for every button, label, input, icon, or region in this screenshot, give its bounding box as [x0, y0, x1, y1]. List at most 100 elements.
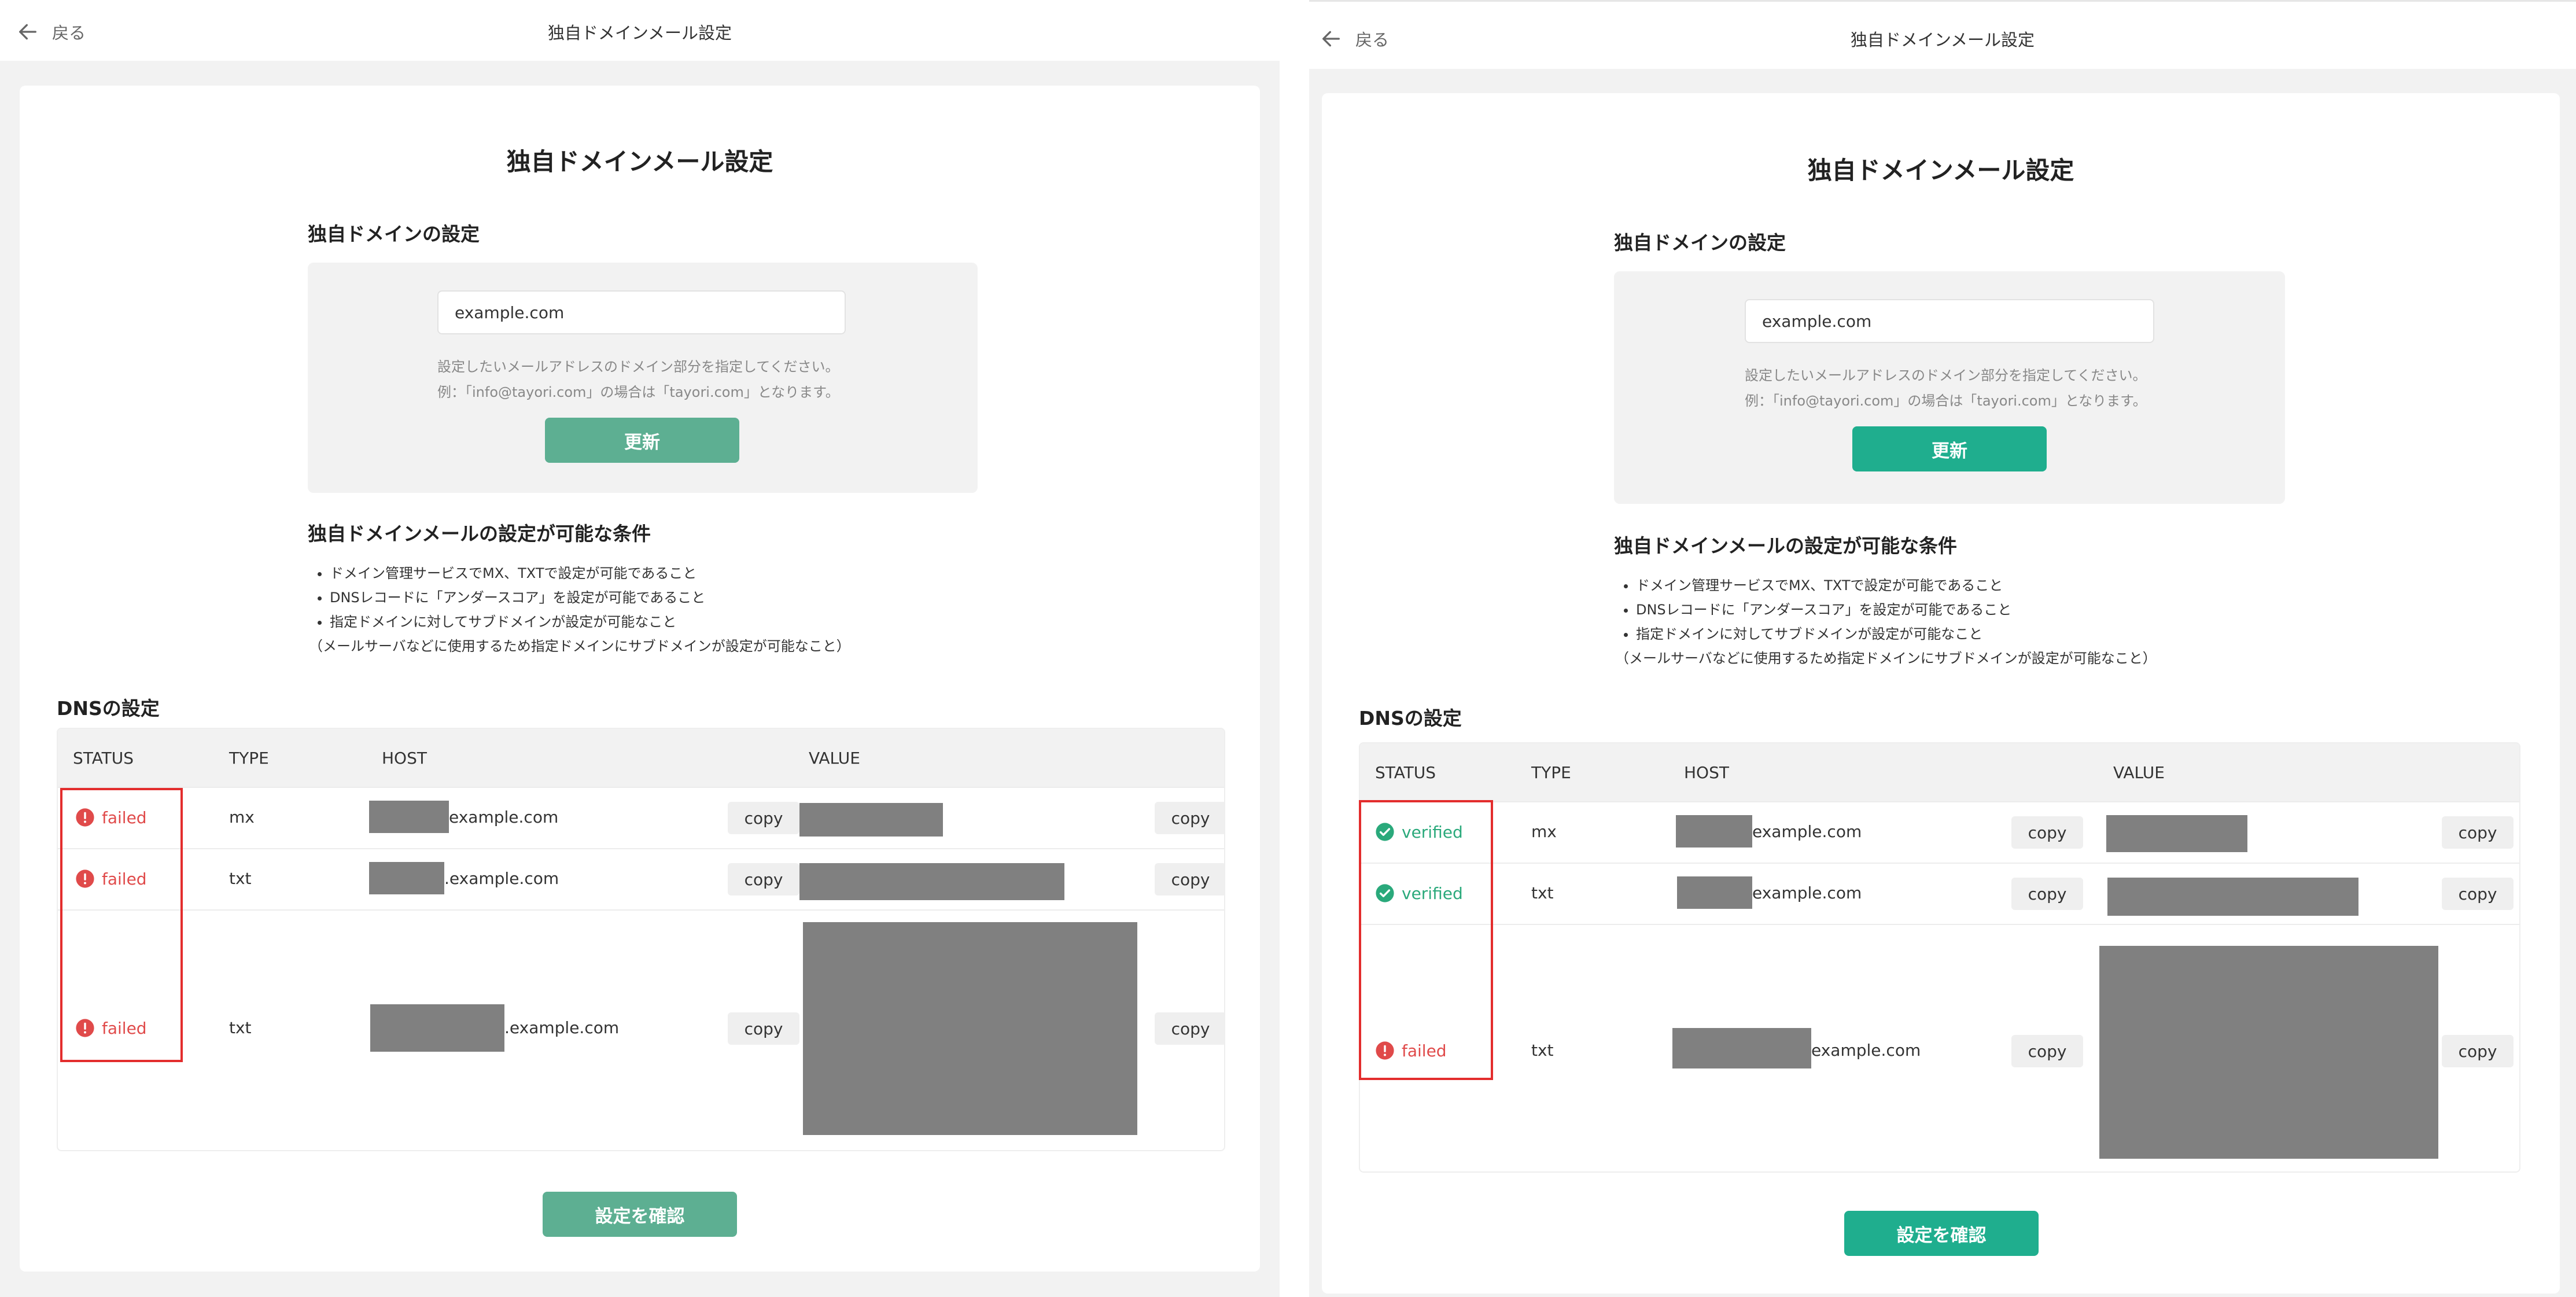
copy-value-button[interactable]: copy — [2442, 1035, 2514, 1067]
confirm-settings-button[interactable]: 設定を確認 — [1844, 1211, 2039, 1256]
settings-card: 独自ドメインメール設定 独自ドメインの設定 設定したいメールアドレスのドメイン部… — [20, 86, 1260, 1272]
type-cell: txt — [229, 1018, 252, 1037]
copy-host-button[interactable]: copy — [728, 1012, 799, 1045]
dns-title: DNSの設定 — [57, 697, 160, 720]
domain-hint: 設定したいメールアドレスのドメイン部分を指定してください。 例：「info@ta… — [1745, 363, 2147, 414]
redacted-host — [1677, 876, 1752, 909]
hint-line: 例：「info@tayori.com」の場合は「tayori.com」となります… — [1745, 393, 2147, 409]
redacted-value — [803, 922, 1137, 1135]
dns-title: DNSの設定 — [1359, 707, 1462, 729]
redacted-value — [2099, 946, 2438, 1159]
host-cell: example.com — [1811, 1041, 1921, 1060]
col-host: HOST — [1684, 763, 1729, 782]
redacted-host — [369, 801, 449, 833]
host-cell: example.com — [1752, 822, 1862, 841]
page-title: 独自ドメインメール設定 — [1807, 156, 2074, 185]
copy-value-button[interactable]: copy — [1155, 1012, 1224, 1045]
dns-table: STATUS TYPE HOST VALUE verified mx examp… — [1359, 742, 2520, 1173]
hint-line: 設定したいメールアドレスのドメイン部分を指定してください。 — [1745, 367, 2147, 384]
copy-host-button[interactable]: copy — [728, 802, 799, 834]
page-title: 独自ドメインメール設定 — [506, 148, 773, 176]
copy-value-button[interactable]: copy — [1155, 863, 1224, 896]
copy-value-button[interactable]: copy — [2442, 816, 2514, 849]
col-value: VALUE — [809, 749, 860, 768]
type-cell: mx — [229, 808, 255, 827]
copy-host-button[interactable]: copy — [2011, 1035, 2083, 1067]
hint-line: 設定したいメールアドレスのドメイン部分を指定してください。 — [437, 359, 839, 375]
condition-item: ドメイン管理サービスでMX、TXTで設定が可能であること — [1636, 573, 2285, 598]
host-cell: .example.com — [444, 869, 559, 888]
conditions-note: （メールサーバなどに使用するため指定ドメインにサブドメインが設定が可能なこと） — [1615, 650, 2157, 666]
conditions-list: ドメイン管理サービスでMX、TXTで設定が可能であること DNSレコードに「アン… — [308, 561, 978, 634]
redacted-host — [1672, 1028, 1811, 1068]
col-status: STATUS — [73, 749, 134, 768]
conditions-list: ドメイン管理サービスでMX、TXTで設定が可能であること DNSレコードに「アン… — [1614, 573, 2285, 646]
hint-line: 例：「info@tayori.com」の場合は「tayori.com」となります… — [437, 384, 839, 400]
col-status: STATUS — [1375, 763, 1436, 782]
copy-value-button[interactable]: copy — [1155, 802, 1224, 834]
domain-box: 設定したいメールアドレスのドメイン部分を指定してください。 例：「info@ta… — [1614, 271, 2285, 504]
redacted-value — [799, 863, 1064, 900]
copy-host-button[interactable]: copy — [728, 863, 799, 896]
domain-box: 設定したいメールアドレスのドメイン部分を指定してください。 例：「info@ta… — [308, 263, 978, 493]
table-row: failed txt .example.com copy copy — [58, 848, 1224, 911]
screen-after: 戻る 独自ドメインメール設定 独自ドメインメール設定 独自ドメインの設定 設定し… — [1309, 0, 2576, 1297]
condition-item: ドメイン管理サービスでMX、TXTで設定が可能であること — [330, 561, 978, 585]
col-type: TYPE — [1531, 763, 1571, 782]
top-bar: 戻る 独自ドメインメール設定 — [1309, 2, 2576, 69]
table-header: STATUS TYPE HOST VALUE — [1360, 743, 2519, 801]
redacted-value — [2106, 815, 2247, 852]
col-host: HOST — [382, 749, 427, 768]
host-cell: example.com — [1752, 883, 1862, 902]
conditions-note: （メールサーバなどに使用するため指定ドメインにサブドメインが設定が可能なこと） — [309, 638, 850, 654]
status-highlight-box — [1359, 800, 1493, 1080]
update-button[interactable]: 更新 — [1852, 426, 2047, 471]
domain-hint: 設定したいメールアドレスのドメイン部分を指定してください。 例：「info@ta… — [437, 354, 839, 405]
domain-section: 独自ドメインの設定 設定したいメールアドレスのドメイン部分を指定してください。 … — [308, 219, 978, 493]
type-cell: txt — [1531, 1041, 1554, 1060]
table-row: verified mx example.com copy copy — [1360, 801, 2519, 864]
domain-section: 独自ドメインの設定 設定したいメールアドレスのドメイン部分を指定してください。 … — [1614, 227, 2285, 504]
domain-section-title: 独自ドメインの設定 — [308, 223, 480, 245]
col-type: TYPE — [229, 749, 269, 768]
type-cell: txt — [229, 869, 252, 888]
copy-value-button[interactable]: copy — [2442, 878, 2514, 910]
table-row: failed mx example.com copy copy — [58, 787, 1224, 849]
redacted-value — [799, 803, 943, 837]
table-header: STATUS TYPE HOST VALUE — [58, 729, 1224, 787]
type-cell: mx — [1531, 822, 1557, 841]
table-row: verified txt example.com copy copy — [1360, 863, 2519, 925]
type-cell: txt — [1531, 883, 1554, 902]
host-cell: example.com — [449, 808, 559, 827]
window-title: 独自ドメインメール設定 — [547, 23, 732, 43]
copy-host-button[interactable]: copy — [2011, 878, 2083, 910]
window-title: 独自ドメインメール設定 — [1850, 30, 2035, 50]
top-bar: 戻る 独自ドメインメール設定 — [0, 0, 1280, 61]
table-row: failed txt example.com copy copy — [1360, 924, 2519, 1171]
conditions-title: 独自ドメインメールの設定が可能な条件 — [1614, 535, 1958, 557]
conditions-section: 独自ドメインメールの設定が可能な条件 ドメイン管理サービスでMX、TXTで設定が… — [1614, 530, 2285, 670]
condition-item: 指定ドメインに対してサブドメインが設定が可能なこと — [330, 610, 978, 634]
redacted-value — [2107, 878, 2358, 916]
domain-section-title: 独自ドメインの設定 — [1614, 231, 1786, 254]
conditions-section: 独自ドメインメールの設定が可能な条件 ドメイン管理サービスでMX、TXTで設定が… — [308, 518, 978, 658]
condition-item: 指定ドメインに対してサブドメインが設定が可能なこと — [1636, 622, 2285, 646]
settings-card: 独自ドメインメール設定 独自ドメインの設定 設定したいメールアドレスのドメイン部… — [1322, 93, 2560, 1294]
domain-input[interactable] — [437, 290, 846, 334]
condition-item: DNSレコードに「アンダースコア」を設定が可能であること — [330, 585, 978, 610]
host-cell: .example.com — [504, 1018, 620, 1037]
screen-before: 戻る 独自ドメインメール設定 独自ドメインメール設定 独自ドメインの設定 設定し… — [0, 0, 1280, 1297]
domain-input[interactable] — [1745, 299, 2154, 343]
redacted-host — [1676, 815, 1752, 848]
col-value: VALUE — [2113, 763, 2165, 782]
redacted-host — [369, 862, 444, 894]
table-row: failed txt .example.com copy copy — [58, 909, 1224, 1150]
redacted-host — [370, 1004, 504, 1052]
status-highlight-box — [60, 788, 183, 1062]
update-button[interactable]: 更新 — [545, 418, 739, 463]
condition-item: DNSレコードに「アンダースコア」を設定が可能であること — [1636, 598, 2285, 622]
copy-host-button[interactable]: copy — [2011, 816, 2083, 849]
conditions-title: 独自ドメインメールの設定が可能な条件 — [308, 522, 651, 545]
confirm-settings-button[interactable]: 設定を確認 — [543, 1192, 737, 1237]
dns-table: STATUS TYPE HOST VALUE failed mx example… — [57, 728, 1225, 1151]
